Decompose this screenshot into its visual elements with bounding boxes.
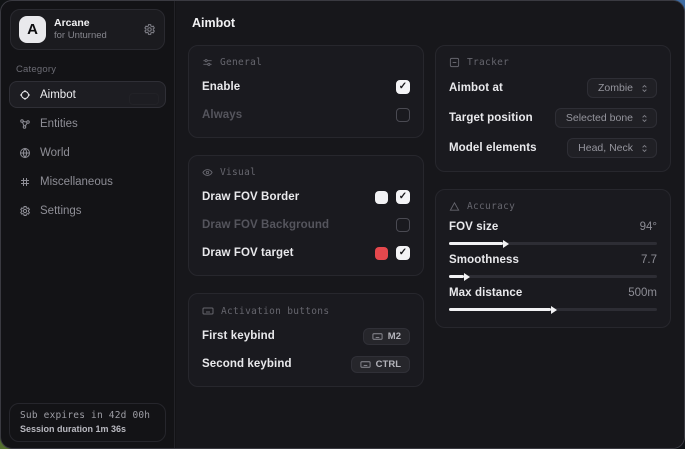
session-duration-text: Session duration 1m 36s (20, 424, 155, 434)
activation-buttons-card: Activation buttons First keybind M2 Seco… (188, 293, 424, 387)
sub-expiry-text: Sub expires in 42d 00h (20, 410, 155, 421)
enable-checkbox[interactable] (396, 80, 410, 94)
setting-row-fov-background: Draw FOV Background (202, 216, 410, 234)
max-distance-value: 500m (628, 287, 657, 299)
card-title: Tracker (467, 57, 509, 68)
sidebar-item-label: Miscellaneous (40, 176, 113, 188)
fov-target-checkbox[interactable] (396, 246, 410, 260)
sidebar-item-label: Entities (40, 118, 78, 130)
unfold-icon (640, 83, 649, 94)
smoothness-value: 7.7 (641, 254, 657, 266)
left-column: General Enable Always Visual (188, 45, 424, 387)
sidebar-item-aimbot[interactable]: Aimbot (9, 81, 166, 108)
brand-card: A Arcane for Unturned (10, 9, 165, 50)
setting-row-fov-border: Draw FOV Border (202, 188, 410, 206)
app-window: A Arcane for Unturned Category Aimbot (0, 0, 685, 449)
always-checkbox[interactable] (396, 108, 410, 122)
sidebar-item-label: Aimbot (40, 89, 76, 101)
setting-row-fov-target: Draw FOV target (202, 244, 410, 262)
first-keybind-button[interactable]: M2 (363, 328, 410, 345)
setting-row-second-keybind: Second keybind CTRL (202, 355, 410, 373)
fov-size-slider[interactable] (449, 242, 657, 245)
setting-row-smoothness: Smoothness 7.7 (449, 254, 657, 278)
unfold-icon (640, 143, 649, 154)
right-column: Tracker Aimbot at Zombie Target position… (435, 45, 671, 328)
setting-row-target-position: Target position Selected bone (449, 108, 657, 128)
card-title: Accuracy (467, 201, 515, 212)
app-subtitle: for Unturned (54, 30, 135, 42)
target-position-select[interactable]: Selected bone (555, 108, 657, 128)
triangle-icon (449, 201, 460, 212)
setting-row-first-keybind: First keybind M2 (202, 327, 410, 345)
sidebar-item-world[interactable]: World (9, 139, 166, 166)
general-card: General Enable Always (188, 45, 424, 138)
card-title: Visual (220, 167, 256, 178)
color-swatch-white[interactable] (375, 191, 388, 204)
keyboard-icon (360, 359, 371, 370)
keyboard-icon (372, 331, 383, 342)
fov-size-value: 94° (640, 221, 657, 233)
crosshair-icon (18, 89, 31, 101)
sidebar-nav: Aimbot Entities World Miscellaneous (1, 81, 174, 224)
main-panel: Aimbot General Enable Always (176, 1, 684, 448)
card-title: Activation buttons (221, 306, 329, 317)
setting-row-max-distance: Max distance 500m (449, 287, 657, 311)
max-distance-slider[interactable] (449, 308, 657, 311)
tracker-card: Tracker Aimbot at Zombie Target position… (435, 45, 671, 172)
sidebar-item-label: Settings (40, 205, 82, 217)
app-logo: A (19, 16, 46, 43)
focus-box-icon (449, 57, 460, 68)
color-swatch-red[interactable] (375, 247, 388, 260)
sidebar: A Arcane for Unturned Category Aimbot (1, 1, 175, 448)
setting-row-always: Always (202, 106, 410, 124)
unfold-icon (640, 113, 649, 124)
setting-row-enable: Enable (202, 78, 410, 96)
accuracy-card: Accuracy FOV size 94° Smoothness 7.7 (435, 189, 671, 328)
settings-gear-icon (18, 205, 31, 217)
keyboard-icon (202, 305, 214, 317)
setting-row-model-elements: Model elements Head, Neck (449, 138, 657, 158)
sidebar-item-entities[interactable]: Entities (9, 110, 166, 137)
sidebar-item-label: World (40, 147, 70, 159)
second-keybind-button[interactable]: CTRL (351, 356, 410, 373)
sliders-icon (202, 57, 213, 68)
subscription-info: Sub expires in 42d 00h Session duration … (9, 403, 166, 442)
sidebar-item-settings[interactable]: Settings (9, 197, 166, 224)
model-elements-select[interactable]: Head, Neck (567, 138, 657, 158)
card-title: General (220, 57, 262, 68)
nav-item-hint (129, 93, 159, 105)
entities-icon (18, 118, 31, 130)
visual-card: Visual Draw FOV Border Draw FOV Backgrou… (188, 155, 424, 276)
globe-icon (18, 147, 31, 159)
smoothness-slider[interactable] (449, 275, 657, 278)
page-title: Aimbot (192, 16, 235, 30)
sidebar-item-miscellaneous[interactable]: Miscellaneous (9, 168, 166, 195)
grid-icon (18, 176, 31, 188)
setting-row-aimbot-at: Aimbot at Zombie (449, 78, 657, 98)
eye-icon (202, 167, 213, 178)
fov-border-checkbox[interactable] (396, 190, 410, 204)
gear-icon[interactable] (143, 23, 156, 36)
aimbot-at-select[interactable]: Zombie (587, 78, 657, 98)
category-label: Category (16, 64, 174, 75)
app-title: Arcane (54, 17, 135, 30)
setting-row-fov-size: FOV size 94° (449, 221, 657, 245)
fov-background-checkbox[interactable] (396, 218, 410, 232)
